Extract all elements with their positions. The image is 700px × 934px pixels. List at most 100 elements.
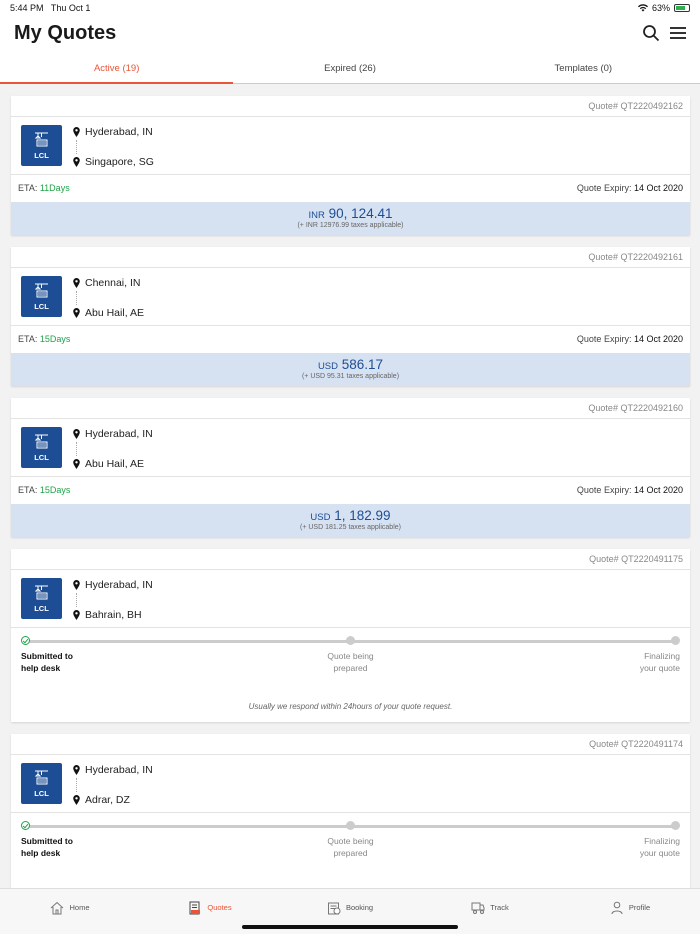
- nav-label: Booking: [345, 903, 374, 912]
- route: LCL Hyderabad, IN Adrar, DZ: [11, 755, 690, 813]
- location-pin-icon: [73, 765, 80, 775]
- expiry-date: 14 Oct 2020: [633, 334, 683, 344]
- price-amount: INR 90, 124.41: [308, 206, 393, 221]
- status-bar: 5:44 PM Thu Oct 1 63%: [0, 0, 700, 16]
- quotes-icon: [189, 901, 201, 914]
- container-crane-icon: [34, 770, 48, 785]
- quote-expiry: Quote Expiry: 14 Oct 2020: [576, 183, 683, 193]
- home-indicator: [242, 925, 458, 929]
- tab-active[interactable]: Active (19): [0, 54, 234, 84]
- step-pending-dot: [346, 821, 355, 830]
- nav-label: Home: [69, 903, 90, 912]
- route-connector: [76, 140, 77, 154]
- destination: Adrar, DZ: [73, 794, 130, 806]
- route: LCL Hyderabad, IN Singapore, SG: [11, 117, 690, 175]
- tax-note: (+ USD 181.25 taxes applicable): [300, 524, 401, 531]
- location-pin-icon: [73, 610, 80, 620]
- price-amount: USD 586.17: [317, 357, 384, 372]
- container-crane-icon: [34, 434, 48, 449]
- mode-label: LCL: [34, 151, 49, 160]
- origin: Hyderabad, IN: [73, 428, 153, 440]
- tax-note: (+ INR 12976.99 taxes applicable): [297, 222, 404, 229]
- quote-meta: ETA: 15Days Quote Expiry: 14 Oct 2020: [11, 477, 690, 504]
- quote-card[interactable]: Quote# QT2220492162 LCL Hyderabad, IN Si…: [11, 96, 690, 235]
- app-header: My Quotes: [0, 16, 700, 54]
- wifi-icon: [637, 4, 648, 12]
- quote-number: Quote# QT2220491174: [11, 734, 690, 755]
- container-crane-icon: [34, 283, 48, 298]
- quote-request-card[interactable]: Quote# QT2220491175 LCL Hyderabad, IN Ba…: [11, 549, 690, 722]
- destination: Bahrain, BH: [73, 609, 142, 621]
- destination-label: Singapore, SG: [85, 156, 154, 168]
- step-finalizing: Finalizing your quote: [640, 835, 680, 859]
- origin: Chennai, IN: [73, 277, 140, 289]
- eta-value: 15Days: [39, 334, 71, 344]
- origin-label: Hyderabad, IN: [85, 764, 153, 776]
- nav-label: Quotes: [207, 903, 232, 912]
- price-amount: USD 1, 182.99: [310, 508, 391, 523]
- price-panel: USD 586.17 (+ USD 95.31 taxes applicable…: [11, 353, 690, 386]
- route-connector: [76, 291, 77, 305]
- origin-label: Chennai, IN: [85, 277, 141, 289]
- origin: Hyderabad, IN: [73, 126, 153, 138]
- origin-label: Hyderabad, IN: [85, 126, 153, 138]
- route: LCL Chennai, IN Abu Hail, AE: [11, 268, 690, 326]
- profile-icon: [611, 901, 623, 914]
- destination-label: Bahrain, BH: [85, 609, 142, 621]
- lcl-badge: LCL: [21, 427, 62, 468]
- step-pending-dot: [346, 636, 355, 645]
- step-done-icon: [21, 636, 30, 645]
- currency: USD: [310, 512, 331, 523]
- location-pin-icon: [73, 308, 80, 318]
- mode-label: LCL: [34, 302, 49, 311]
- quote-tabs: Active (19) Expired (26) Templates (0): [0, 54, 700, 84]
- destination: Singapore, SG: [73, 156, 154, 168]
- location-pin-icon: [73, 278, 80, 288]
- lcl-badge: LCL: [21, 578, 62, 619]
- search-icon[interactable]: [642, 24, 660, 42]
- step-label: Finalizing your quote: [639, 836, 680, 858]
- location-pin-icon: [73, 580, 80, 590]
- step-label: Quote being prepared: [327, 836, 374, 858]
- battery-percent: 63%: [651, 3, 670, 13]
- route: LCL Hyderabad, IN Bahrain, BH: [11, 570, 690, 628]
- nav-home[interactable]: Home: [0, 889, 140, 934]
- quote-card[interactable]: Quote# QT2220492160 LCL Hyderabad, IN Ab…: [11, 398, 690, 537]
- quote-expiry: Quote Expiry: 14 Oct 2020: [576, 485, 683, 495]
- quote-meta: ETA: 15Days Quote Expiry: 14 Oct 2020: [11, 326, 690, 353]
- status-time-date: 5:44 PM Thu Oct 1: [10, 3, 91, 13]
- response-note: Usually we respond within 24hours of you…: [248, 702, 453, 711]
- status-right: 63%: [637, 3, 690, 13]
- eta: ETA: 11Days: [18, 183, 70, 193]
- location-pin-icon: [73, 795, 80, 805]
- origin-label: Hyderabad, IN: [85, 428, 153, 440]
- price-panel: INR 90, 124.41 (+ INR 12976.99 taxes app…: [11, 202, 690, 235]
- tab-templates[interactable]: Templates (0): [467, 54, 700, 83]
- origin: Hyderabad, IN: [73, 764, 153, 776]
- menu-icon[interactable]: [670, 27, 686, 39]
- quote-card[interactable]: Quote# QT2220492161 LCL Chennai, IN Abu …: [11, 247, 690, 386]
- eta: ETA: 15Days: [18, 334, 71, 344]
- step-label: Quote being prepared: [327, 651, 374, 673]
- route: LCL Hyderabad, IN Abu Hail, AE: [11, 419, 690, 477]
- track-icon: [471, 902, 485, 914]
- route-connector: [76, 778, 77, 792]
- currency: INR: [308, 210, 325, 221]
- nav-label: Track: [490, 903, 509, 912]
- container-crane-icon: [34, 132, 48, 147]
- destination: Abu Hail, AE: [73, 458, 144, 470]
- quote-request-card[interactable]: Quote# QT2220491174 LCL Hyderabad, IN Ad…: [11, 734, 690, 907]
- destination-label: Abu Hail, AE: [85, 307, 144, 319]
- expiry-date: 14 Oct 2020: [633, 183, 683, 193]
- battery-icon: [674, 4, 690, 12]
- price-panel: USD 1, 182.99 (+ USD 181.25 taxes applic…: [11, 504, 690, 537]
- location-pin-icon: [73, 157, 80, 167]
- expiry-date: 14 Oct 2020: [633, 485, 683, 495]
- tab-expired[interactable]: Expired (26): [233, 54, 466, 83]
- step-pending-dot: [671, 821, 680, 830]
- step-preparing: Quote being prepared: [11, 835, 690, 859]
- currency: USD: [317, 361, 338, 372]
- step-finalizing: Finalizing your quote: [640, 650, 680, 674]
- quote-number: Quote# QT2220492162: [11, 96, 690, 117]
- nav-profile[interactable]: Profile: [560, 889, 700, 934]
